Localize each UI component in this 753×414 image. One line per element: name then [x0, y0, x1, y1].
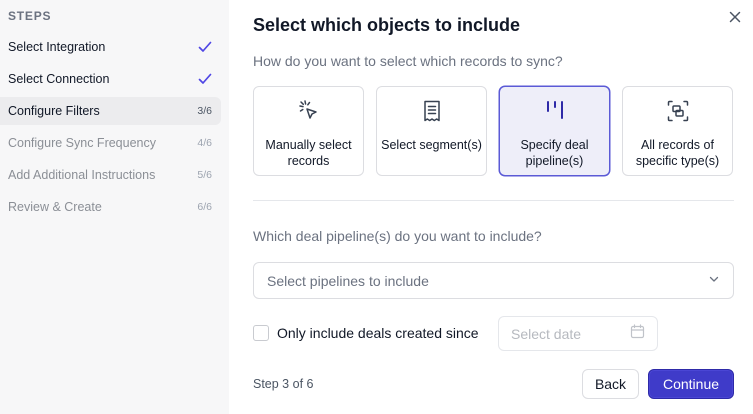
continue-button[interactable]: Continue	[648, 369, 734, 399]
step-label: Select Connection	[8, 72, 110, 86]
back-button[interactable]: Back	[582, 369, 639, 399]
option-select-segments[interactable]: Select segment(s)	[376, 86, 487, 176]
created-since-label: Only include deals created since	[277, 325, 479, 341]
option-all-records-of-specific-types[interactable]: All records of specific type(s)	[622, 86, 733, 176]
sidebar-step-review-create[interactable]: Review & Create 6/6	[0, 193, 221, 221]
calendar-icon	[630, 323, 645, 344]
option-label: Specify deal pipeline(s)	[520, 138, 589, 168]
pipeline-icon	[543, 99, 567, 123]
step-count: 6/6	[197, 201, 212, 213]
steps-sidebar: STEPS Select Integration Select Connecti…	[0, 0, 229, 414]
sidebar-step-select-integration[interactable]: Select Integration	[0, 33, 221, 61]
step-label: Select Integration	[8, 40, 106, 54]
date-picker-input[interactable]: Select date	[498, 316, 658, 351]
close-icon[interactable]	[727, 9, 743, 25]
option-manually-select-records[interactable]: Manually select records	[253, 86, 364, 176]
chevron-down-icon	[708, 272, 720, 290]
main-panel: Select which objects to include How do y…	[229, 0, 753, 414]
step-label: Configure Sync Frequency	[8, 136, 156, 150]
step-label: Review & Create	[8, 200, 102, 214]
sidebar-step-configure-filters[interactable]: Configure Filters 3/6	[0, 97, 221, 125]
pipelines-select[interactable]: Select pipelines to include	[253, 262, 734, 299]
receipt-icon	[420, 99, 444, 123]
step-count: 5/6	[197, 169, 212, 181]
selection-method-question: How do you want to select which records …	[253, 53, 563, 69]
step-indicator: Step 3 of 6	[253, 377, 314, 391]
sidebar-step-select-connection[interactable]: Select Connection	[0, 65, 221, 93]
sidebar-step-add-additional-instructions[interactable]: Add Additional Instructions 5/6	[0, 161, 221, 189]
pipelines-select-placeholder: Select pipelines to include	[267, 272, 429, 289]
step-count: 3/6	[197, 105, 212, 117]
option-label: Select segment(s)	[381, 138, 482, 152]
check-icon	[198, 41, 212, 53]
step-label: Add Additional Instructions	[8, 168, 156, 182]
step-label: Configure Filters	[8, 104, 100, 118]
selection-method-options: Manually select records Select segment(s…	[253, 86, 733, 176]
created-since-checkbox[interactable]	[253, 325, 269, 341]
created-since-row: Only include deals created since	[253, 325, 479, 341]
pipeline-question: Which deal pipeline(s) do you want to in…	[253, 228, 542, 244]
page-title: Select which objects to include	[253, 15, 521, 35]
step-count: 4/6	[197, 137, 212, 149]
divider	[253, 200, 734, 201]
option-specify-deal-pipelines[interactable]: Specify deal pipeline(s)	[499, 86, 610, 176]
steps-title: STEPS	[8, 9, 52, 23]
date-placeholder: Select date	[511, 325, 582, 342]
check-icon	[198, 73, 212, 85]
objects-icon	[666, 99, 690, 123]
sidebar-step-configure-sync-frequency[interactable]: Configure Sync Frequency 4/6	[0, 129, 221, 157]
cursor-click-icon	[297, 99, 321, 123]
option-label: Manually select records	[265, 138, 352, 168]
option-label: All records of specific type(s)	[635, 138, 720, 168]
